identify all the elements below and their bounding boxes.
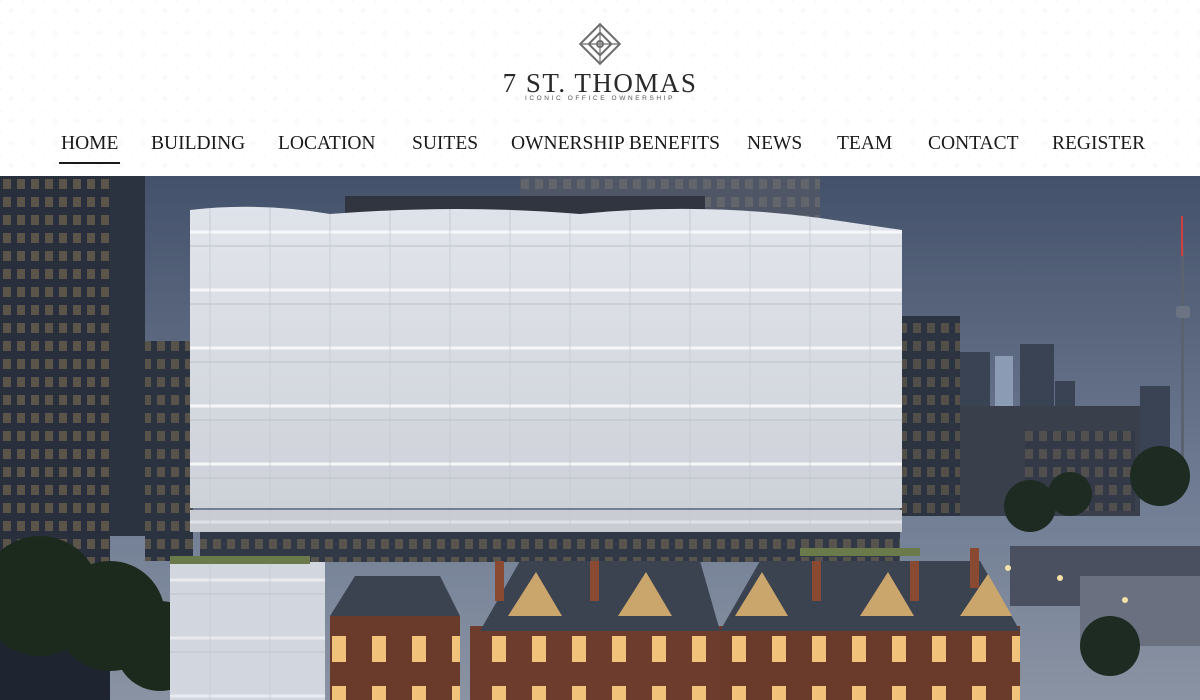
- main-nav: HOME BUILDING LOCATION SUITES OWNERSHIP …: [0, 128, 1200, 176]
- nav-news[interactable]: NEWS: [747, 131, 802, 167]
- nav-ownership-benefits[interactable]: OWNERSHIP BENEFITS: [511, 131, 720, 167]
- nav-contact[interactable]: CONTACT: [928, 131, 1019, 167]
- nav-team[interactable]: TEAM: [837, 131, 892, 167]
- nav-suites[interactable]: SUITES: [412, 131, 478, 167]
- brand-tagline: ICONIC OFFICE OWNERSHIP: [524, 95, 676, 102]
- nav-register[interactable]: REGISTER: [1052, 131, 1145, 167]
- hero-rendering: [0, 176, 1200, 700]
- nav-home[interactable]: HOME: [58, 131, 121, 167]
- site-header: 7 ST. THOMAS ICONIC OFFICE OWNERSHIP HOM…: [0, 0, 1200, 176]
- nav-location[interactable]: LOCATION: [278, 131, 376, 167]
- knot-emblem-icon[interactable]: [578, 22, 622, 66]
- nav-building[interactable]: BUILDING: [151, 131, 245, 167]
- hero-image: [0, 176, 1200, 700]
